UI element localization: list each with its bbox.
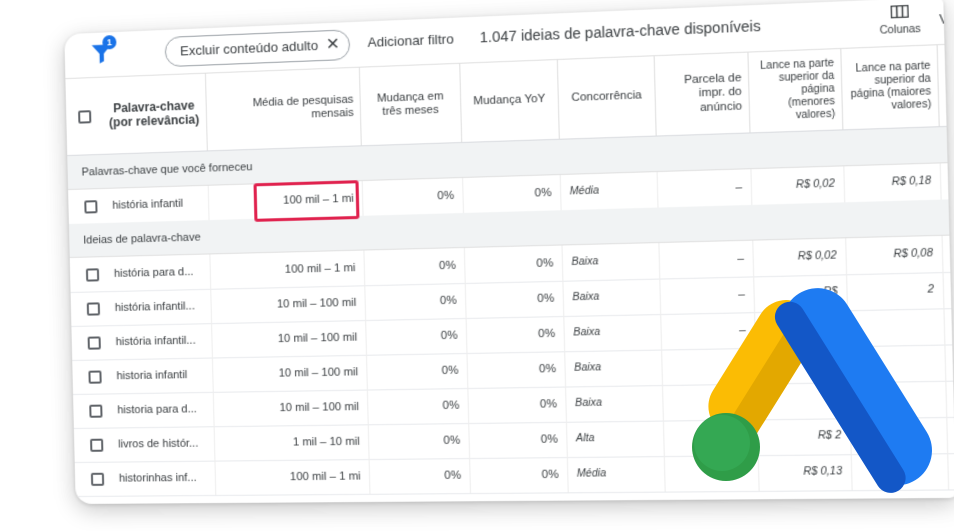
row-checkbox-cell[interactable] <box>70 257 107 292</box>
chip-label: Excluir conteúdo adulto <box>179 37 319 59</box>
cell-competition: Baixa <box>564 314 663 352</box>
truncated-toolbar-item[interactable]: V <box>939 12 948 27</box>
cell-impr: – <box>657 169 753 208</box>
row-checkbox[interactable] <box>88 370 102 384</box>
cell-bid-low: R$ 0,02 <box>751 166 846 205</box>
row-checkbox-cell[interactable] <box>68 189 105 224</box>
cell-keyword[interactable]: historia infantil <box>108 357 214 394</box>
row-checkbox-cell[interactable] <box>72 359 109 394</box>
cell-searches: 10 mil – 100 mil <box>211 285 367 324</box>
cell-three-month: 0% <box>369 458 472 494</box>
cell-competition: Alta <box>566 420 665 458</box>
row-checkbox[interactable] <box>90 472 105 486</box>
cell-yoy: 0% <box>467 351 567 388</box>
column-header-avg-searches[interactable]: Média de pesquisas mensais <box>205 67 362 151</box>
row-checkbox-cell[interactable] <box>75 462 112 496</box>
cell-searches: 10 mil – 100 mil <box>212 354 368 392</box>
cell-competition: Baixa <box>562 243 661 281</box>
columns-label: Colunas <box>879 23 921 37</box>
cell-three-month: 0% <box>362 177 464 216</box>
cell-yoy: 0% <box>464 245 564 283</box>
column-header-three-month[interactable]: Mudança em três meses <box>359 63 463 146</box>
row-checkbox-cell[interactable] <box>73 393 110 428</box>
cell-searches: 1 mil – 10 mil <box>214 424 370 461</box>
close-icon[interactable]: ✕ <box>326 31 341 60</box>
select-all-checkbox-cell[interactable] <box>65 78 103 155</box>
cell-keyword[interactable]: livros de histór... <box>109 426 216 462</box>
cell-competition: Baixa <box>563 278 662 316</box>
cell-competition: Média <box>567 456 666 493</box>
cell-yoy: 0% <box>468 386 567 424</box>
cell-yoy: 0% <box>465 280 565 318</box>
row-checkbox-cell[interactable] <box>74 428 111 462</box>
add-filter-button[interactable]: Adicionar filtro <box>367 31 454 50</box>
row-checkbox-cell[interactable] <box>71 325 108 360</box>
cell-three-month: 0% <box>364 247 466 286</box>
cell-keyword[interactable]: história para d... <box>105 254 212 292</box>
column-header-bid-low[interactable]: Lance na parte superior da página (menor… <box>748 48 844 133</box>
cell-keyword[interactable]: história infantil... <box>106 288 213 326</box>
cell-competition: Baixa <box>566 385 664 422</box>
columns-button[interactable]: Colunas <box>872 4 929 37</box>
cell-three-month: 0% <box>365 282 467 321</box>
column-header-impr-share[interactable]: Parcela de impr. do anúncio <box>654 52 751 136</box>
row-checkbox-cell[interactable] <box>71 291 108 326</box>
google-ads-logo <box>692 288 932 493</box>
row-checkbox[interactable] <box>89 404 103 418</box>
cell-competition: Baixa <box>565 349 664 387</box>
row-checkbox[interactable] <box>85 267 100 282</box>
highlight-box <box>253 180 360 222</box>
cell-searches: 100 mil – 1 mi <box>215 459 371 495</box>
cell-keyword[interactable]: historinhas inf... <box>110 460 217 496</box>
cell-searches: 10 mil – 100 mil <box>213 389 369 427</box>
cell-searches: 10 mil – 100 mil <box>212 320 368 358</box>
row-checkbox[interactable] <box>90 438 104 452</box>
cell-three-month: 0% <box>368 423 471 460</box>
column-header-yoy[interactable]: Mudança YoY <box>460 59 560 142</box>
cell-searches: 100 mil – 1 mi <box>210 250 366 289</box>
cell-yoy: 0% <box>470 457 569 494</box>
row-checkbox[interactable] <box>84 199 98 214</box>
cell-bid-high: R$ 0,18 <box>844 163 942 203</box>
select-all-checkbox[interactable] <box>77 109 91 124</box>
cell-competition: Média <box>560 172 659 211</box>
row-checkbox[interactable] <box>86 301 101 316</box>
column-header-keyword[interactable]: Palavra-chave (por relevância) <box>101 73 208 154</box>
cell-three-month: 0% <box>367 387 470 425</box>
adult-content-filter-chip[interactable]: Excluir conteúdo adulto ✕ <box>164 29 351 68</box>
cell-three-month: 0% <box>367 352 469 390</box>
screenshot-stage: 1 Excluir conteúdo adulto ✕ Adicionar fi… <box>0 0 954 531</box>
row-checkbox[interactable] <box>87 336 101 350</box>
column-header-bid-high[interactable]: Lance na parte superior da página (maior… <box>841 45 940 130</box>
columns-icon <box>891 5 909 18</box>
cell-yoy: 0% <box>463 175 562 213</box>
cell-yoy: 0% <box>469 421 568 459</box>
column-header-competition[interactable]: Concorrência <box>557 56 657 139</box>
cell-keyword[interactable]: história infantil <box>103 185 210 224</box>
ideas-count-label: 1.047 ideias de palavra-chave disponívei… <box>479 17 761 46</box>
cell-keyword[interactable]: historia para d... <box>108 391 215 428</box>
cell-yoy: 0% <box>466 315 566 353</box>
cell-keyword[interactable]: história infantil... <box>107 323 213 360</box>
cell-three-month: 0% <box>366 317 468 355</box>
